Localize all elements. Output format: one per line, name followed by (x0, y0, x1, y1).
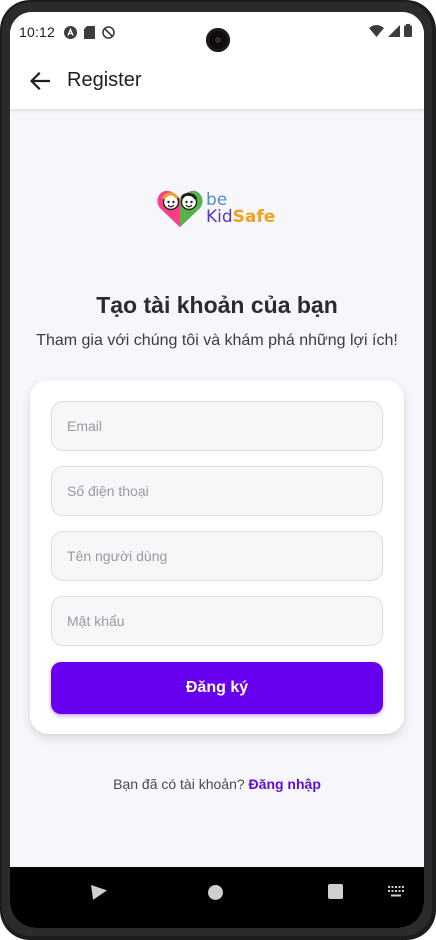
page-subtitle: Tham gia với chúng tôi và khám phá những… (36, 332, 398, 349)
register-button[interactable]: Đăng ký (51, 662, 383, 714)
device-frame: 10:12 Register be KidSafe Tạo tài khoản … (0, 0, 436, 940)
nav-recents-button[interactable] (328, 884, 343, 899)
a-circle-icon (64, 25, 78, 39)
screen: 10:12 Register be KidSafe Tạo tài khoản … (10, 12, 424, 928)
front-camera (206, 28, 230, 52)
page-title: Tạo tài khoản của bạn (96, 292, 338, 318)
back-button[interactable] (22, 63, 58, 99)
signal-icon (388, 24, 400, 40)
nav-home-button[interactable] (208, 885, 223, 900)
triangle-back-icon (91, 885, 107, 900)
app-bar: Register (10, 52, 424, 109)
logo-wordmark: be KidSafe (206, 192, 275, 226)
status-notification-icons (64, 25, 115, 39)
status-time: 10:12 (19, 24, 56, 40)
nav-back-button[interactable] (90, 883, 108, 905)
logo-kid-text: Kid (206, 207, 233, 227)
app-bar-title: Register (67, 69, 142, 91)
username-field[interactable] (51, 531, 383, 581)
status-system-icons (369, 24, 412, 40)
register-form-card: Đăng ký (30, 380, 404, 734)
login-prompt: Bạn đã có tài khoản? Đăng nhập (10, 776, 424, 792)
bekidsafe-logo: be KidSafe (156, 188, 282, 230)
arrow-left-icon (30, 71, 50, 90)
wifi-icon (369, 24, 384, 40)
do-not-disturb-icon (102, 25, 115, 39)
login-prompt-text: Bạn đã có tài khoản? (113, 776, 245, 792)
logo-safe-text: Safe (232, 207, 276, 227)
email-field[interactable] (51, 401, 383, 451)
phone-field[interactable] (51, 466, 383, 516)
battery-icon (404, 24, 412, 40)
login-link[interactable]: Đăng nhập (249, 776, 321, 792)
kids-heart-logo-icon (157, 190, 203, 227)
system-nav-bar (10, 867, 424, 928)
keyboard-icon[interactable] (388, 885, 404, 903)
password-field[interactable] (51, 596, 383, 646)
sd-card-icon (83, 25, 96, 39)
